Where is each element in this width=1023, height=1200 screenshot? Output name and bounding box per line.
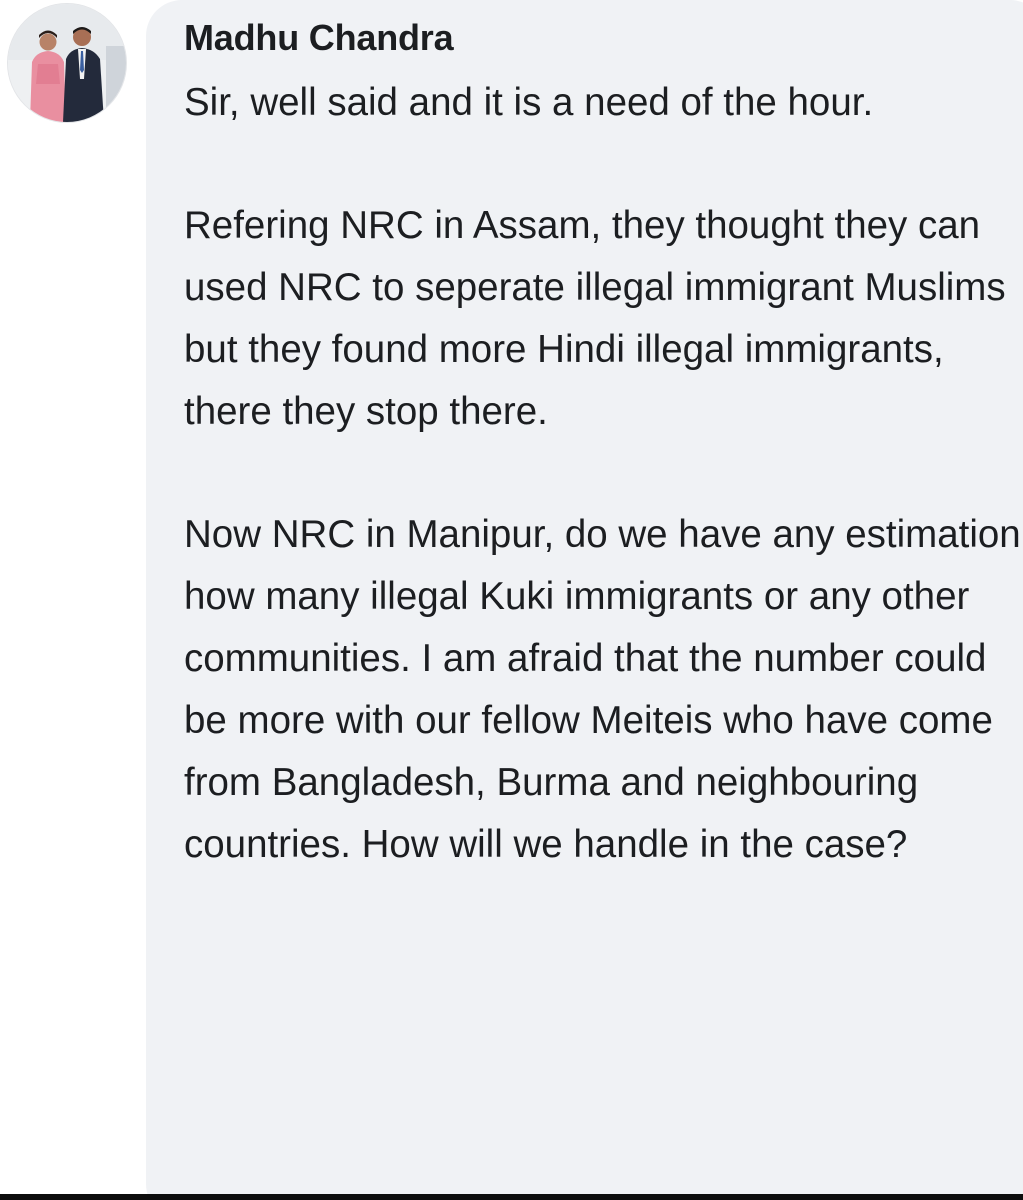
avatar[interactable]	[8, 4, 126, 122]
comment-paragraph-1: Sir, well said and it is a need of the h…	[184, 81, 874, 124]
comment-paragraph-2: Refering NRC in Assam, they thought they…	[184, 204, 1006, 433]
comment-paragraph-3: Now NRC in Manipur, do we have any estim…	[184, 513, 1021, 866]
comment-bubble: Madhu Chandra Sir, well said and it is a…	[146, 0, 1023, 1200]
comment-item: Madhu Chandra Sir, well said and it is a…	[0, 0, 1023, 1200]
bottom-edge-bar	[0, 1194, 1023, 1200]
comment-author-name[interactable]: Madhu Chandra	[184, 16, 1023, 60]
avatar-photo-icon	[8, 4, 126, 122]
